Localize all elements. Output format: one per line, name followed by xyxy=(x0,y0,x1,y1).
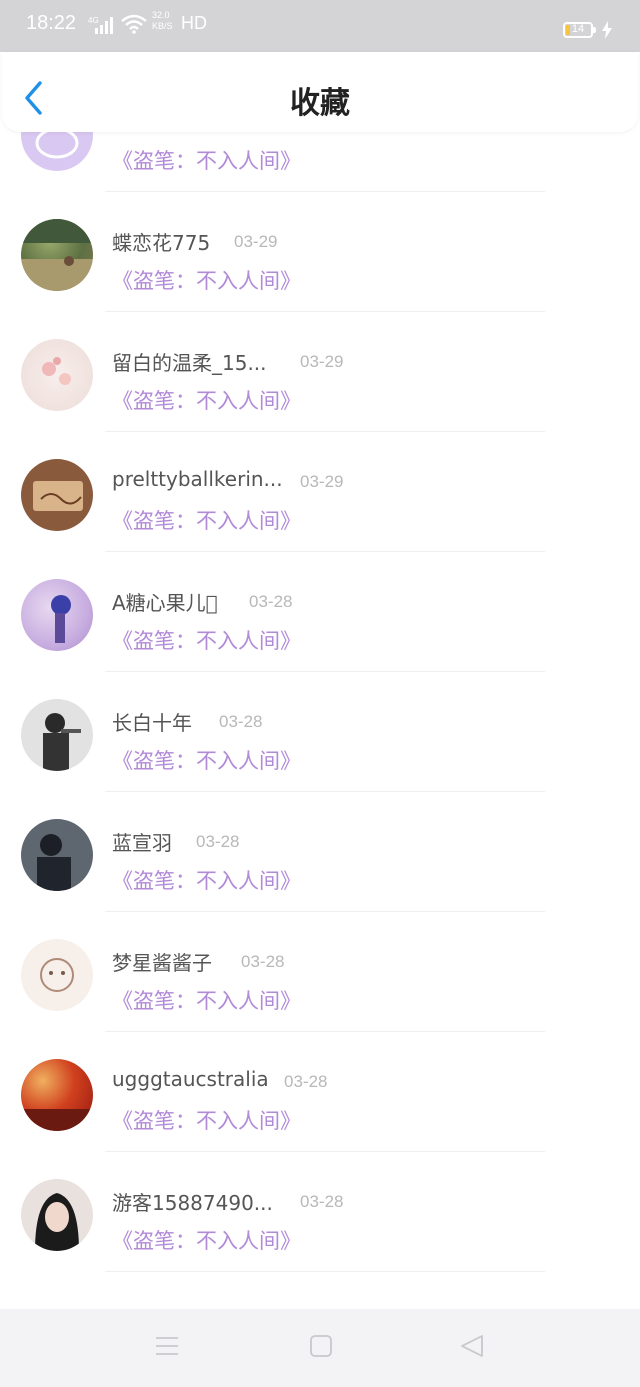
date: 03-29 xyxy=(300,472,344,491)
book-title[interactable]: 《盗笔：不入人间》 xyxy=(112,145,301,175)
list-item[interactable]: 留白的温柔_15... 03-29 《盗笔：不入人间》 xyxy=(0,312,640,432)
avatar[interactable] xyxy=(21,459,93,531)
hd-indicator: HD xyxy=(181,13,207,33)
divider xyxy=(105,1271,545,1272)
avatar[interactable] xyxy=(21,579,93,651)
charging-icon xyxy=(601,21,613,43)
network-speed: 32.0 KB/S xyxy=(152,10,173,32)
user-name[interactable]: 梦星酱酱子 xyxy=(112,947,212,976)
avatar[interactable] xyxy=(21,1179,93,1251)
user-name[interactable]: 蝶恋花775 xyxy=(112,227,210,256)
date: 03-29 xyxy=(300,352,344,371)
avatar[interactable] xyxy=(21,699,93,771)
book-title[interactable]: 《盗笔：不入人间》 xyxy=(112,1225,301,1255)
signal-icon: 4G xyxy=(88,16,116,38)
avatar[interactable] xyxy=(21,819,93,891)
user-name[interactable]: ugggtaucstralia xyxy=(112,1067,269,1091)
date: 03-28 xyxy=(241,952,285,971)
favorites-list: 《盗笔：不入人间》 蝶恋花775 03-29 《盗笔：不入人间》 留白的温柔_1… xyxy=(0,132,640,1308)
book-title[interactable]: 《盗笔：不入人间》 xyxy=(112,505,301,535)
avatar[interactable] xyxy=(21,339,93,411)
speed-value: 32.0 xyxy=(152,10,170,20)
battery-icon: 14 xyxy=(563,22,593,38)
book-title[interactable]: 《盗笔：不入人间》 xyxy=(112,625,301,655)
avatar[interactable] xyxy=(21,132,93,171)
list-item[interactable]: prelttyballkerin... 03-29 《盗笔：不入人间》 xyxy=(0,432,640,552)
home-square-icon[interactable] xyxy=(309,1334,333,1362)
avatar[interactable] xyxy=(21,219,93,291)
user-name[interactable]: prelttyballkerin... xyxy=(112,467,283,491)
user-name[interactable]: 游客15887490... xyxy=(112,1187,273,1216)
list-item[interactable]: A糖心果儿  03-28 《盗笔：不入人间》 xyxy=(0,552,640,672)
list-item[interactable]: 长白十年 03-28 《盗笔：不入人间》 xyxy=(0,672,640,792)
date: 03-28 xyxy=(219,712,263,731)
user-name[interactable]: 长白十年 xyxy=(112,707,192,736)
date: 03-28 xyxy=(249,592,293,611)
battery-cap xyxy=(593,27,596,33)
status-time: 18:22 xyxy=(26,12,77,34)
system-nav-bar xyxy=(0,1309,640,1387)
book-title[interactable]: 《盗笔：不入人间》 xyxy=(112,745,301,775)
book-title[interactable]: 《盗笔：不入人间》 xyxy=(112,865,301,895)
book-title[interactable]: 《盗笔：不入人间》 xyxy=(112,985,301,1015)
avatar[interactable] xyxy=(21,1059,93,1131)
network-type: 4G xyxy=(88,16,99,25)
back-triangle-icon[interactable] xyxy=(459,1334,485,1362)
app-header: 收藏 xyxy=(2,52,638,132)
book-title[interactable]: 《盗笔：不入人间》 xyxy=(112,1105,301,1135)
date: 03-28 xyxy=(300,1192,344,1211)
list-item[interactable]: 梦星酱酱子 03-28 《盗笔：不入人间》 xyxy=(0,912,640,1032)
avatar[interactable] xyxy=(21,939,93,1011)
battery-level: 14 xyxy=(571,23,585,35)
menu-icon[interactable] xyxy=(155,1334,179,1362)
user-name[interactable]: 蓝宣羽 xyxy=(112,827,172,856)
status-bar: 18:22 4G 32.0 KB/S HD 14 xyxy=(0,0,640,52)
list-item[interactable]: 蓝宣羽 03-28 《盗笔：不入人间》 xyxy=(0,792,640,912)
user-name[interactable]: 留白的温柔_15... xyxy=(112,347,267,376)
user-name[interactable]: A糖心果儿  xyxy=(112,587,218,616)
date: 03-28 xyxy=(284,1072,328,1091)
list-item[interactable]: 蝶恋花775 03-29 《盗笔：不入人间》 xyxy=(0,192,640,312)
book-title[interactable]: 《盗笔：不入人间》 xyxy=(112,385,301,415)
date: 03-29 xyxy=(234,232,278,251)
wifi-icon xyxy=(121,14,147,38)
book-title[interactable]: 《盗笔：不入人间》 xyxy=(112,265,301,295)
list-item[interactable]: ugggtaucstralia 03-28 《盗笔：不入人间》 xyxy=(0,1032,640,1152)
list-item[interactable]: 《盗笔：不入人间》 xyxy=(0,132,640,192)
date: 03-28 xyxy=(196,832,240,851)
speed-unit: KB/S xyxy=(152,21,173,31)
page-title: 收藏 xyxy=(290,86,350,121)
list-item[interactable]: 游客15887490... 03-28 《盗笔：不入人间》 xyxy=(0,1152,640,1272)
